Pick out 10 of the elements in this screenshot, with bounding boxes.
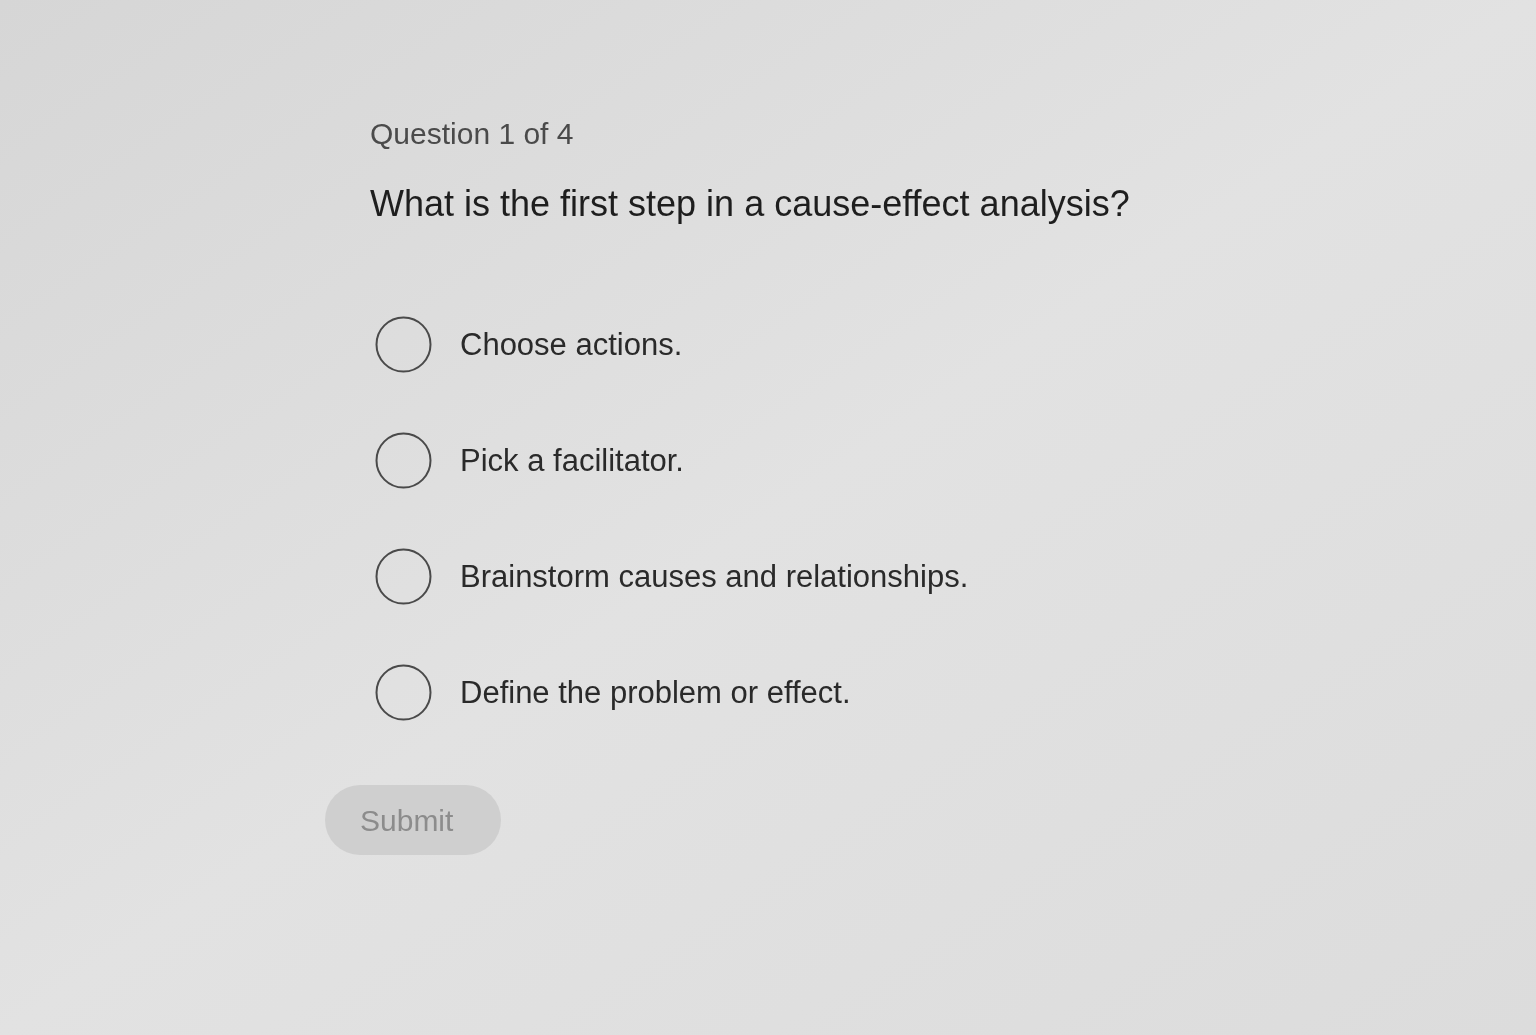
radio-button[interactable] [375, 664, 432, 721]
option-label[interactable]: Choose actions. [460, 324, 683, 365]
option-label[interactable]: Pick a facilitator. [460, 440, 684, 481]
radio-button[interactable] [375, 432, 432, 489]
radio-button[interactable] [375, 316, 432, 373]
question-counter: Question 1 of 4 [370, 116, 574, 152]
option-label[interactable]: Define the problem or effect. [460, 672, 851, 713]
radio-button[interactable] [375, 548, 432, 605]
question-text: What is the first step in a cause-effect analysis? [370, 182, 1130, 226]
option-label[interactable]: Brainstorm causes and relationships. [460, 556, 969, 597]
